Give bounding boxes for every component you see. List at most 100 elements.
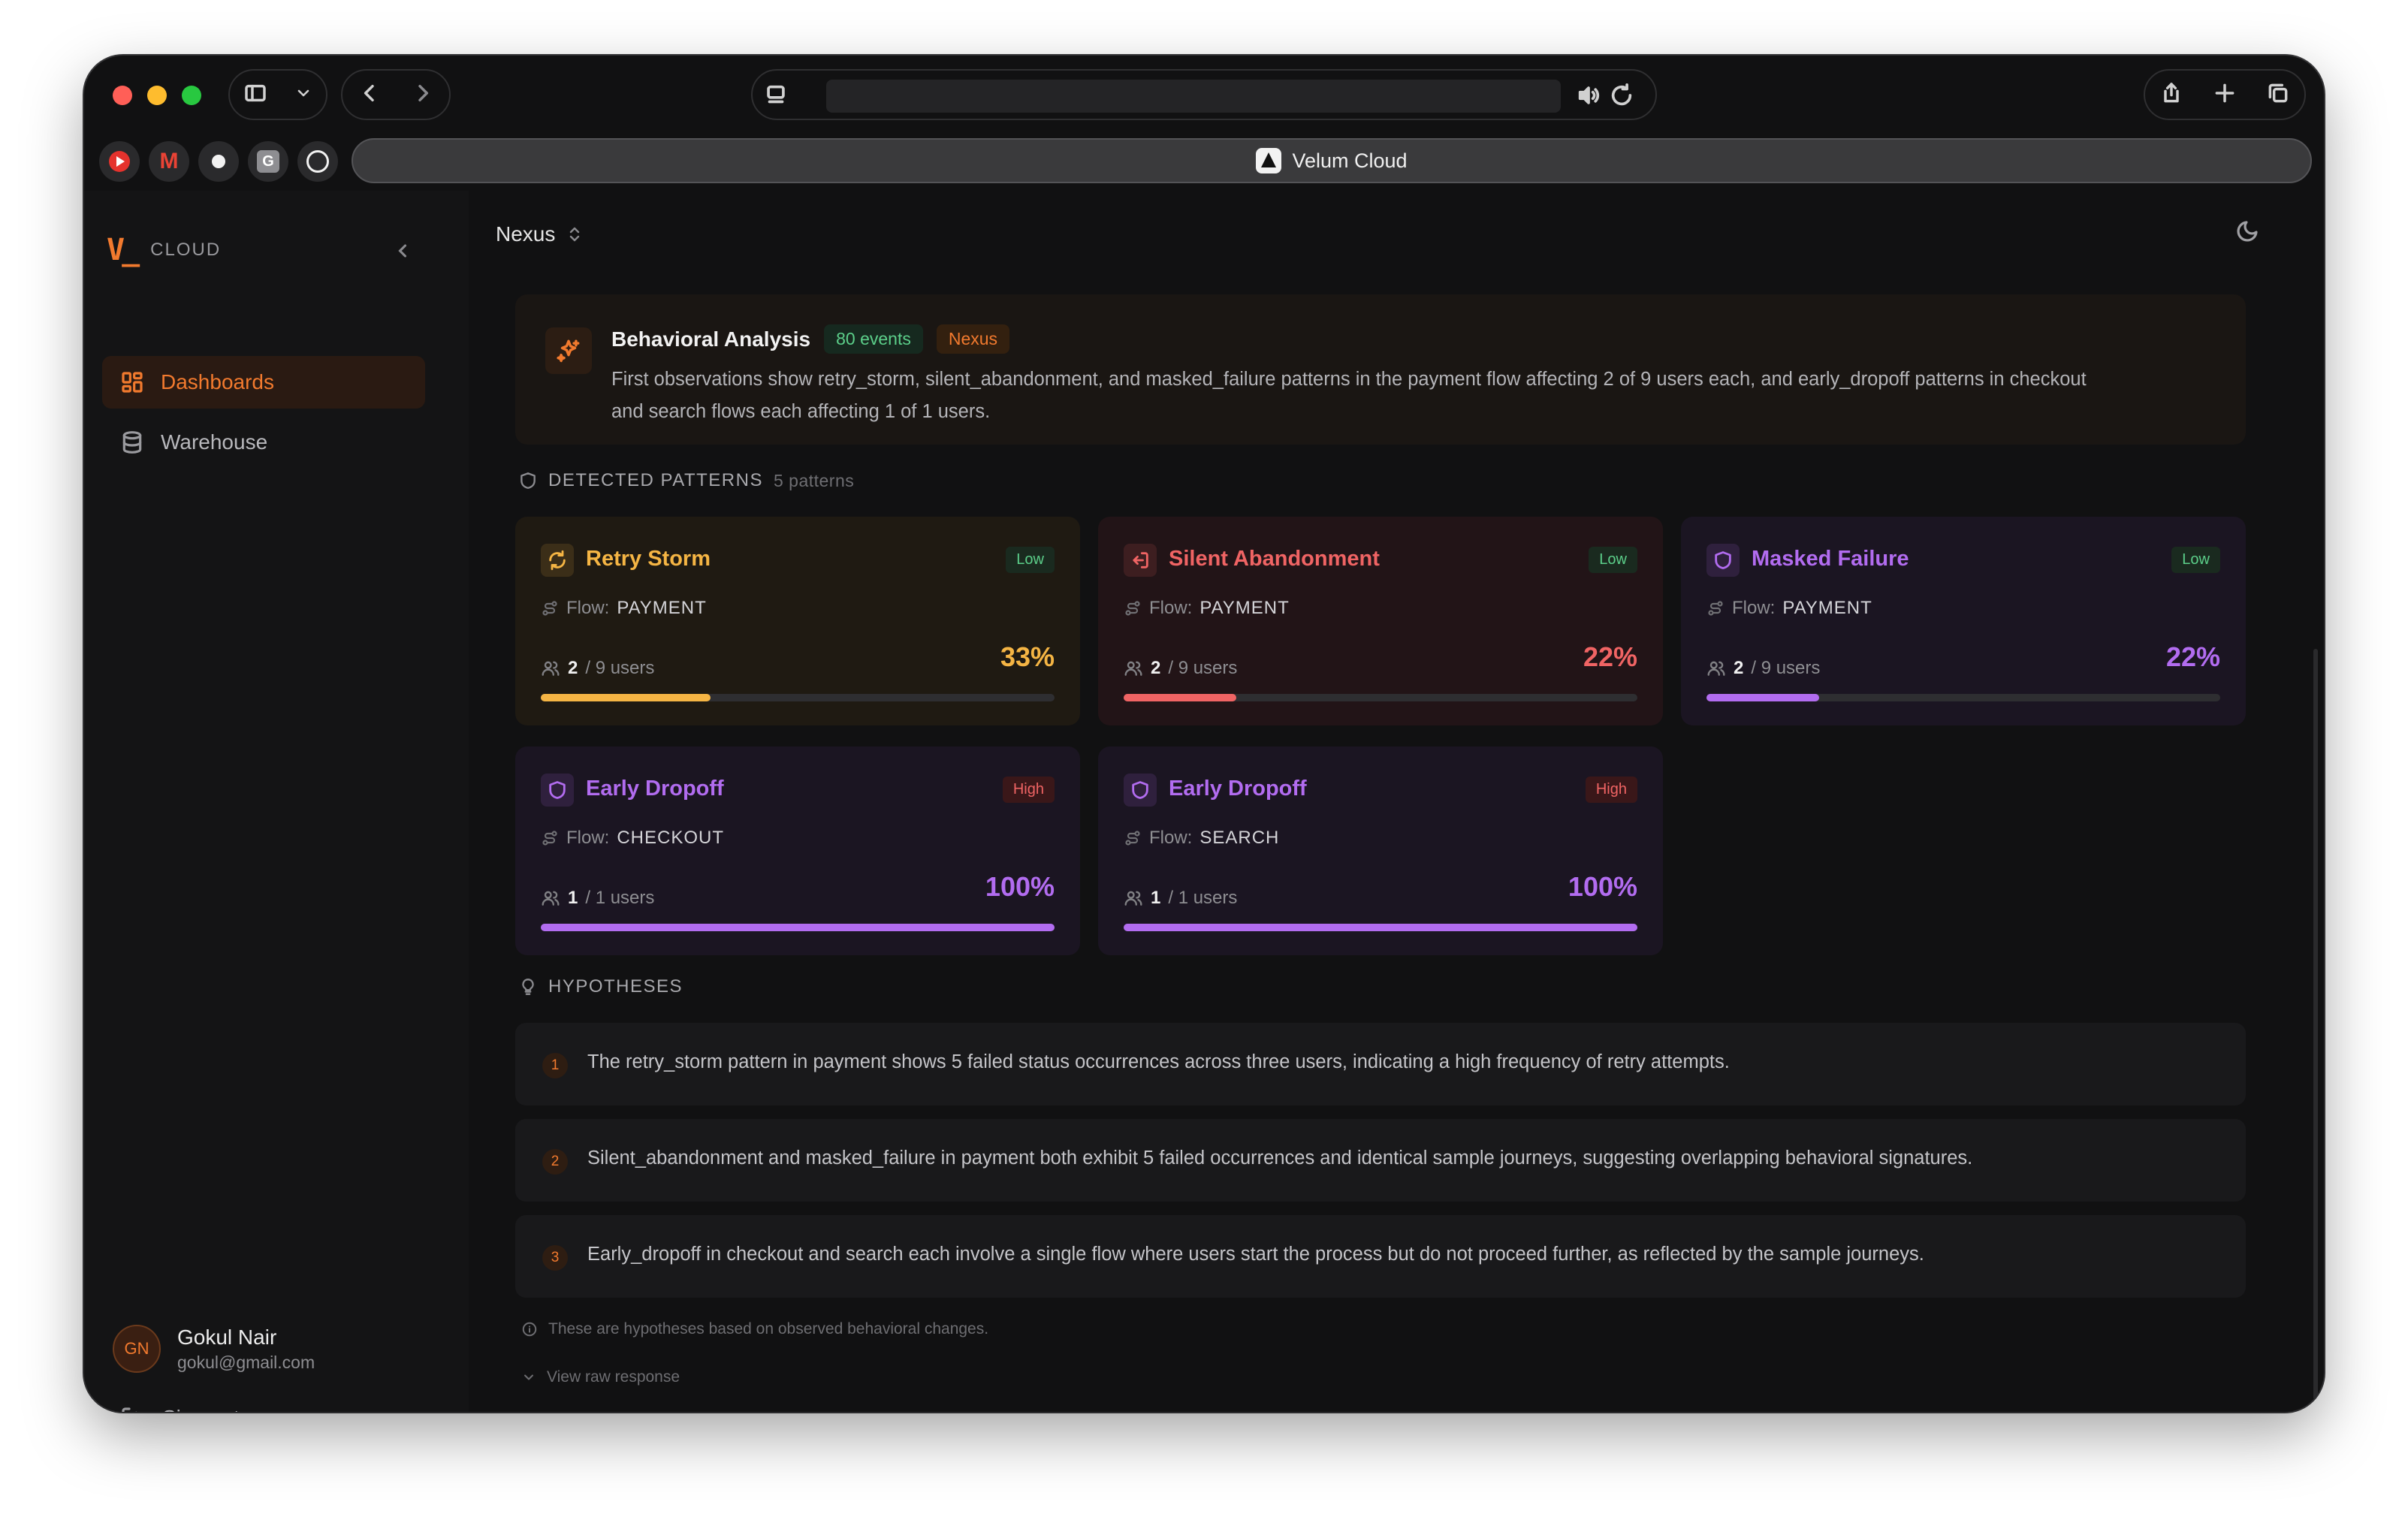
pattern-title: Silent Abandonment	[1169, 547, 1380, 571]
progress-track	[541, 694, 1055, 701]
pattern-flow: Flow: PAYMENT	[541, 598, 707, 619]
sidebar: V_ CLOUD Dashboards Warehouse GN Gokul N…	[84, 191, 469, 1412]
source-badge: Nexus	[936, 324, 1010, 354]
affected-percent: 22%	[2165, 641, 2220, 672]
affected-users: 2 / 9 users	[1706, 658, 1820, 679]
speaker-icon[interactable]	[1576, 83, 1601, 108]
velum-logo-icon	[1256, 148, 1282, 173]
pattern-title: Early Dropoff	[586, 777, 724, 801]
forward-button[interactable]	[411, 81, 435, 109]
analysis-line: First observations show retry_storm, sil…	[611, 369, 2087, 390]
user-profile[interactable]: GN Gokul Nair gokul@gmail.com	[113, 1325, 315, 1373]
hypothesis-item: 1 The retry_storm pattern in payment sho…	[515, 1023, 2246, 1105]
analysis-summary-card: Behavioral Analysis 80 events Nexus Firs…	[515, 294, 2246, 445]
severity-badge: Low	[1589, 547, 1637, 573]
hypothesis-text: The retry_storm pattern in payment shows…	[587, 1051, 1730, 1072]
pattern-card[interactable]: Early Dropoff High Flow: CHECKOUT 1 / 1 …	[515, 746, 1080, 955]
pattern-flow: Flow: PAYMENT	[1706, 598, 1872, 619]
close-window-button[interactable]	[113, 86, 132, 105]
pattern-flow: Flow: SEARCH	[1124, 828, 1279, 849]
hypotheses-disclaimer: These are hypotheses based on observed b…	[521, 1320, 988, 1338]
user-email: gokul@gmail.com	[177, 1352, 315, 1372]
pattern-card[interactable]: Early Dropoff High Flow: SEARCH 1 / 1 us…	[1098, 746, 1663, 955]
shield-icon	[1124, 774, 1157, 807]
tab-strip: M G Velum Cloud	[84, 134, 2324, 191]
main-scrollbar[interactable]	[2313, 649, 2318, 1400]
analysis-title: Behavioral Analysis	[611, 327, 811, 351]
browser-toolbar	[84, 56, 2324, 134]
back-button[interactable]	[358, 81, 382, 109]
zoom-window-button[interactable]	[182, 86, 201, 105]
progress-fill	[541, 924, 1055, 931]
pattern-flow: Flow: PAYMENT	[1124, 598, 1290, 619]
route-icon	[1708, 601, 1723, 616]
users-icon	[542, 891, 560, 906]
sign-out-button[interactable]: Sign out	[120, 1406, 240, 1412]
pattern-card[interactable]: Silent Abandonment Low Flow: PAYMENT 2 /…	[1098, 517, 1663, 725]
theme-toggle-button[interactable]	[2235, 219, 2265, 249]
flow-value: PAYMENT	[617, 598, 707, 618]
affected-count: 2	[1734, 658, 1744, 678]
minimize-window-button[interactable]	[147, 86, 167, 105]
total-users: / 9 users	[1751, 658, 1821, 678]
log-out-icon	[122, 1407, 137, 1412]
database-icon	[122, 431, 142, 454]
affected-percent: 33%	[1000, 641, 1055, 672]
hypothesis-text: Silent_abandonment and masked_failure in…	[587, 1148, 1973, 1169]
hypothesis-number: 2	[542, 1149, 568, 1175]
sidebar-item-label: Warehouse	[161, 430, 268, 454]
analysis-summary: First observations show retry_storm, sil…	[611, 363, 2219, 428]
sidebar-toggle-group[interactable]	[228, 69, 327, 120]
brand-logo[interactable]: V_ CLOUD	[107, 233, 221, 267]
collapse-sidebar-button[interactable]	[392, 240, 419, 267]
github-favorite-icon[interactable]	[198, 141, 239, 182]
sidebar-toggle-icon[interactable]	[243, 81, 267, 109]
analysis-line: and search flows each affecting 1 of 1 u…	[611, 401, 991, 422]
sidebar-item-dashboards[interactable]: Dashboards	[102, 356, 425, 409]
reload-icon[interactable]	[1609, 83, 1634, 108]
severity-badge: Low	[2171, 547, 2220, 573]
pattern-card[interactable]: Retry Storm Low Flow: PAYMENT 2 / 9 user…	[515, 517, 1080, 725]
pattern-count: 5 patterns	[773, 470, 855, 490]
brand-text: CLOUD	[150, 240, 222, 260]
flow-value: PAYMENT	[1199, 598, 1290, 618]
events-badge: 80 events	[824, 324, 923, 354]
gmail-favorite-icon[interactable]: M	[149, 141, 189, 182]
view-raw-response-toggle[interactable]: View raw response	[521, 1368, 680, 1386]
route-icon	[1125, 601, 1140, 616]
route-icon	[542, 831, 557, 846]
progress-track	[541, 924, 1055, 931]
shield-icon	[1706, 544, 1740, 577]
new-tab-icon[interactable]	[2213, 81, 2237, 109]
info-icon	[522, 1322, 537, 1337]
page-menu-icon[interactable]	[763, 83, 789, 108]
pattern-card[interactable]: Masked Failure Low Flow: PAYMENT 2 / 9 u…	[1681, 517, 2246, 725]
flow-label: Flow:	[1732, 598, 1776, 618]
hypothesis-item: 2 Silent_abandonment and masked_failure …	[515, 1119, 2246, 1202]
total-users: / 1 users	[1168, 888, 1238, 908]
openai-favorite-icon[interactable]	[297, 141, 338, 182]
affected-users: 2 / 9 users	[541, 658, 654, 679]
active-tab[interactable]: Velum Cloud	[352, 138, 2312, 183]
youtube-favorite-icon[interactable]	[99, 141, 140, 182]
chevron-left-icon	[398, 244, 407, 258]
address-bar[interactable]	[751, 69, 1657, 120]
hypothesis-number: 3	[542, 1245, 568, 1271]
chevron-down-icon[interactable]	[294, 84, 312, 106]
flow-value: CHECKOUT	[617, 828, 725, 848]
history-nav-group	[341, 69, 451, 120]
pattern-title: Masked Failure	[1752, 547, 1909, 571]
url-field[interactable]	[826, 80, 1561, 113]
total-users: / 9 users	[585, 658, 655, 678]
sidebar-item-warehouse[interactable]: Warehouse	[102, 416, 425, 469]
workspace-selector[interactable]: Nexus	[496, 222, 584, 246]
pattern-title: Early Dropoff	[1169, 777, 1307, 801]
tab-overview-icon[interactable]	[2266, 81, 2290, 109]
hypothesis-item: 3 Early_dropoff in checkout and search e…	[515, 1215, 2246, 1298]
g-favorite-icon[interactable]: G	[248, 141, 288, 182]
affected-users: 1 / 1 users	[541, 888, 654, 909]
share-icon[interactable]	[2159, 81, 2183, 109]
pattern-title: Retry Storm	[586, 547, 711, 571]
route-icon	[542, 601, 557, 616]
total-users: / 9 users	[1168, 658, 1238, 678]
